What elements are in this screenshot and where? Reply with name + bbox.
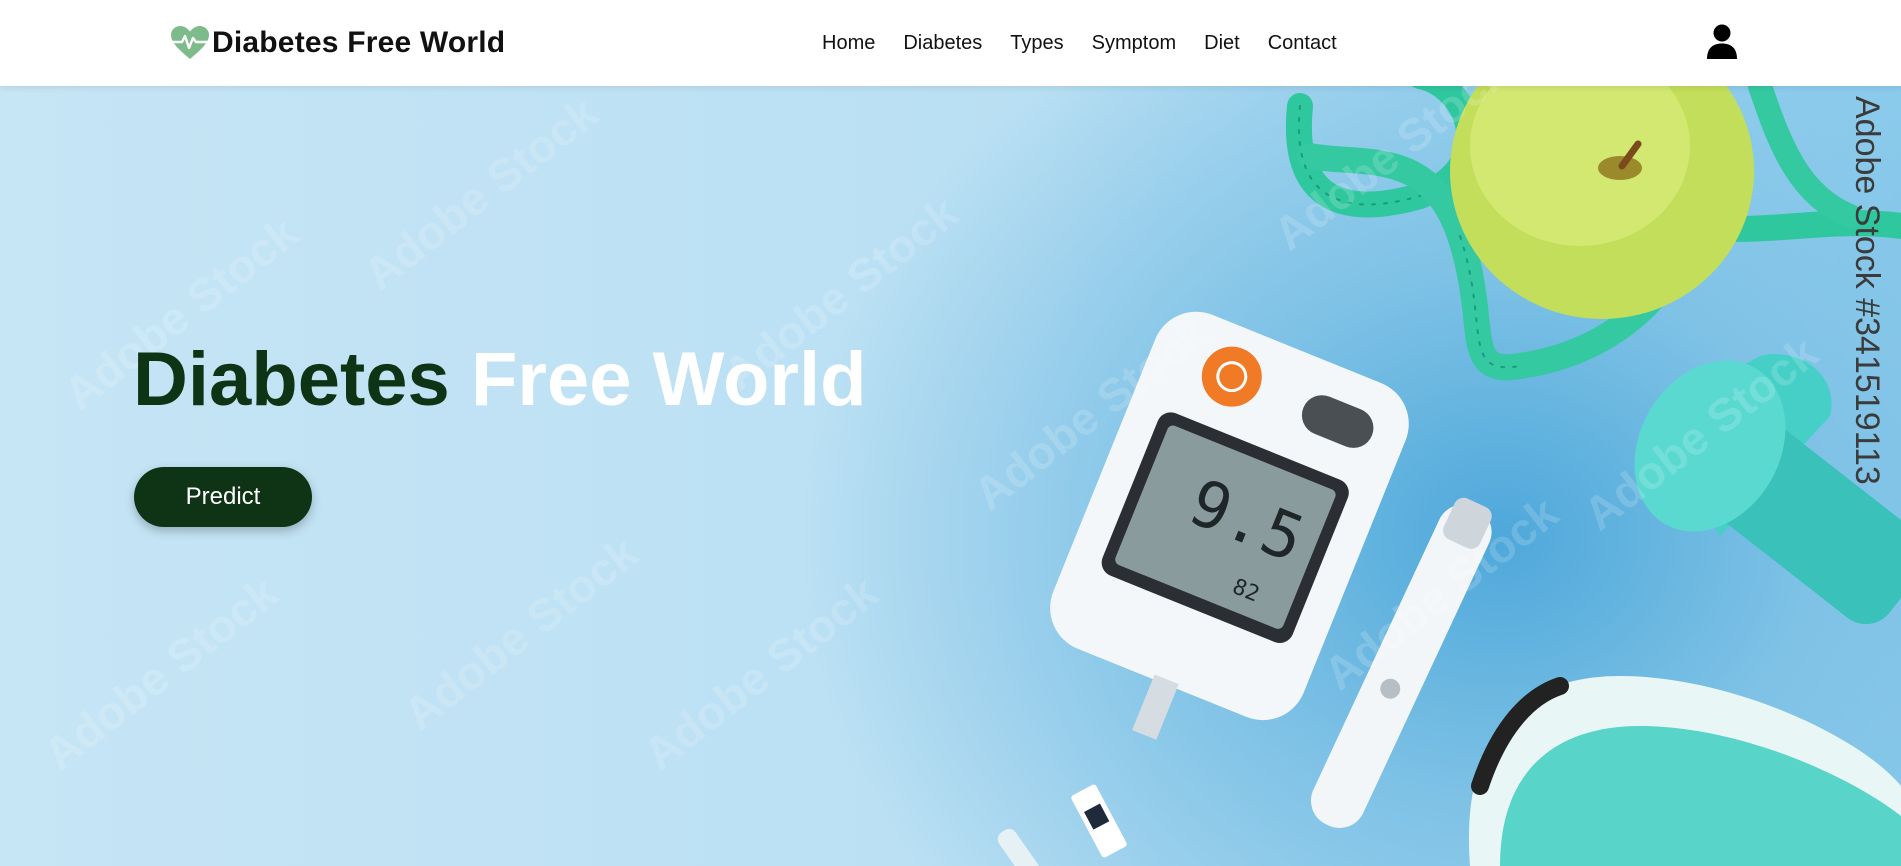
sneaker-image <box>1468 676 1901 866</box>
lancing-pen-image <box>1310 497 1492 828</box>
main-nav: Home Diabetes Types Symptom Diet Contact <box>808 0 1351 86</box>
predict-button[interactable]: Predict <box>134 467 312 527</box>
watermark-text: Adobe Stock <box>1313 485 1568 701</box>
watermark-text: Adobe Stock <box>393 525 648 741</box>
glucose-meter-image: 9.5 82 <box>1050 311 1409 740</box>
watermark-text: Adobe Stock <box>1263 86 1518 261</box>
hero-title: Diabetes Free World <box>133 342 867 418</box>
nav-link-contact[interactable]: Contact <box>1268 32 1337 54</box>
user-icon[interactable] <box>1706 24 1738 60</box>
navbar: Diabetes Free World Home Diabetes Types … <box>0 0 1901 86</box>
heart-pulse-icon <box>171 26 209 59</box>
hero-title-light: Free World <box>470 337 867 422</box>
nav-link-home[interactable]: Home <box>822 32 875 54</box>
svg-text:Adobe Stock #341519113: Adobe Stock #341519113 <box>1848 96 1886 485</box>
watermark-text: Adobe Stock <box>353 86 608 301</box>
hero-title-dark: Diabetes <box>133 337 450 422</box>
test-strips-image <box>997 784 1127 866</box>
watermark-text: Adobe Stock <box>33 565 288 781</box>
nav-link-types[interactable]: Types <box>1010 32 1063 54</box>
apple-image <box>1450 86 1754 319</box>
brand-link[interactable]: Diabetes Free World <box>170 22 505 64</box>
measuring-tape-image <box>1285 86 1901 381</box>
brand-name: Diabetes Free World <box>212 26 506 59</box>
svg-text:82: 82 <box>1229 574 1263 607</box>
nav-link-symptom[interactable]: Symptom <box>1092 32 1176 54</box>
watermark-text: Adobe Stock <box>963 305 1218 521</box>
nav-link-diabetes[interactable]: Diabetes <box>903 32 982 54</box>
stock-id-watermark: Adobe Stock #341519113 <box>1848 96 1886 485</box>
watermark-text: Adobe Stock <box>633 565 888 781</box>
svg-text:9.5: 9.5 <box>1179 466 1314 578</box>
hero-section: 9.5 82 Adobe Stock Adobe Stock Adobe Sto… <box>0 86 1901 866</box>
watermark-text: Adobe Stock <box>1573 325 1828 541</box>
nav-link-diet[interactable]: Diet <box>1204 32 1240 54</box>
